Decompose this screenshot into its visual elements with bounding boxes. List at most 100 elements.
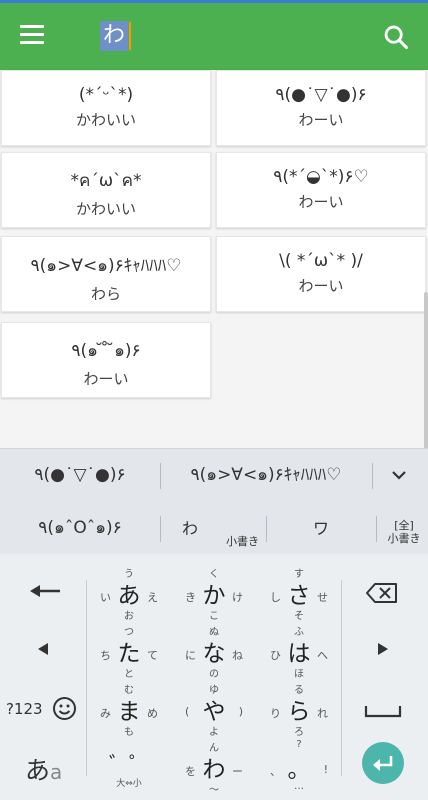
flick-up: ? <box>296 739 302 750</box>
key-a[interactable]: ういあえお <box>86 566 172 624</box>
kaomoji-text: ٩(●˙▽˙●)۶ <box>275 85 367 105</box>
key-wa[interactable]: んをわー〜 <box>171 740 257 798</box>
kaomoji-text: ٩(๑>∀<๑)۶ｷｬﾊﾊﾊ♡ <box>30 256 182 276</box>
result-card[interactable]: ٩(๑ ̆ ̊ ̆๑)۶ わーい <box>1 322 211 398</box>
app-bar: わ <box>0 0 428 70</box>
flick-down: 〜 <box>209 785 219 796</box>
search-query[interactable]: わ <box>100 21 132 53</box>
space-icon[interactable] <box>364 704 402 718</box>
key-char: わ <box>202 757 226 783</box>
result-card[interactable]: \( *´ω`* )/ わーい <box>216 236 426 312</box>
reading-text: わーい <box>298 193 344 211</box>
key-char: あ <box>117 583 141 609</box>
key-char: や <box>202 699 226 725</box>
flick-down: そ <box>294 611 304 622</box>
result-card[interactable]: *ค´ω`ค* かわいい <box>1 152 211 228</box>
candidate-item[interactable]: ٩(●˙▽˙●)۶ <box>0 449 160 502</box>
key-sa[interactable]: すしさせそ <box>256 566 342 624</box>
key-dakuten[interactable]: ゛゜大⇔小 <box>86 740 172 798</box>
flick-right: え <box>147 591 158 604</box>
divider <box>376 516 377 542</box>
flick-right: ー <box>232 765 243 778</box>
reading-text: わら <box>90 285 121 303</box>
smiley-icon[interactable] <box>52 696 77 721</box>
candidate-item[interactable]: ٩(๑ˆOˆ๑)۶ <box>0 502 160 555</box>
key-char: た <box>117 641 141 667</box>
kaomoji-text: (*´ᵕ`*) <box>78 85 134 105</box>
candidate-item[interactable]: わ <box>160 502 220 555</box>
text-caret <box>129 22 132 50</box>
key-punctuation[interactable]: ?、。!… <box>256 739 342 798</box>
flick-down: ほ <box>294 669 304 680</box>
left-arrow-icon[interactable] <box>36 642 50 656</box>
flick-right: へ <box>317 649 328 662</box>
key-char: ら <box>287 699 311 725</box>
flick-right: け <box>232 591 243 604</box>
flick-right: ) <box>238 705 243 718</box>
reading-text: わーい <box>298 111 344 129</box>
right-arrow-icon[interactable] <box>376 642 390 656</box>
search-icon[interactable] <box>382 23 410 51</box>
kaomoji-text: *ค´ω`ค* <box>70 171 142 191</box>
result-card[interactable]: ٩(●˙▽˙●)۶ わーい <box>216 70 426 146</box>
flick-right: れ <box>317 707 328 720</box>
key-char: 。 <box>287 757 311 783</box>
key-ya[interactable]: ゆ(や) よ <box>171 682 257 740</box>
flick-down: の <box>209 669 219 680</box>
candidate-row: ٩(●˙▽˙●)۶ ٩(๑>∀<๑)۶ｷｬﾊﾊﾊ♡ <box>0 449 428 502</box>
kaomoji-text: \( *´ω`* )/ <box>279 251 363 271</box>
key-na[interactable]: ぬになねの <box>171 624 257 682</box>
flick-down: ろ <box>294 727 304 738</box>
kaomoji-text: ٩(*´◒`*)۶♡ <box>273 167 369 187</box>
result-card[interactable]: ٩(*´◒`*)۶♡ わーい <box>216 152 426 228</box>
numeric-mode-key[interactable]: ?123 <box>6 700 43 718</box>
reading-text: かわいい <box>75 200 136 218</box>
key-ha[interactable]: ふひはへほ <box>256 624 342 682</box>
flick-down: … <box>294 781 304 792</box>
full-width-label[interactable]: [全] <box>386 520 422 532</box>
key-char: は <box>287 641 311 667</box>
full-small-label[interactable]: 小書き <box>386 533 422 545</box>
backspace-icon[interactable] <box>366 582 398 604</box>
reading-text: かわいい <box>75 111 136 129</box>
candidate-item[interactable]: ワ <box>266 502 376 555</box>
result-card[interactable]: (*´ᵕ`*) かわいい <box>1 70 211 146</box>
flick-down: よ <box>209 727 219 738</box>
key-ka[interactable]: くきかけこ <box>171 566 257 624</box>
reading-text: わーい <box>83 370 129 388</box>
key-char: さ <box>287 583 311 609</box>
key-char: な <box>202 641 226 667</box>
key-ma[interactable]: むみまめも <box>86 682 172 740</box>
flick-down: と <box>124 669 134 680</box>
chevron-down-icon[interactable] <box>390 468 408 482</box>
menu-icon[interactable] <box>20 25 44 45</box>
keyboard: ?123 あa ういあえお くきかけこ すしさせそ つちたてと ぬになねの ふひ… <box>0 554 428 800</box>
flick-down: お <box>124 611 134 622</box>
enter-button[interactable] <box>362 742 404 784</box>
kaomoji-text: ٩(๑ ̆ ̊ ̆๑)۶ <box>71 341 141 361</box>
key-ra[interactable]: るりられろ <box>256 682 342 740</box>
undo-arrow-icon[interactable] <box>28 582 62 600</box>
alpha-mode-label: a <box>50 760 63 784</box>
key-ta[interactable]: つちたてと <box>86 624 172 682</box>
key-char: ま <box>117 699 141 725</box>
reading-text: わーい <box>298 277 344 295</box>
kana-mode-key[interactable]: あa <box>25 751 62 787</box>
scrollbar[interactable] <box>424 292 428 468</box>
small-write-label[interactable]: 小書き <box>226 536 259 548</box>
search-query-text: わ <box>100 21 129 51</box>
enter-icon <box>373 756 393 771</box>
flick-down: 大⇔小 <box>116 779 142 789</box>
candidate-item[interactable]: ٩(๑>∀<๑)۶ｷｬﾊﾊﾊ♡ <box>160 449 372 502</box>
flick-right: て <box>147 649 158 662</box>
key-char: ゛゜ <box>109 752 149 776</box>
flick-right: め <box>147 707 158 720</box>
flick-right: ! <box>323 763 328 776</box>
flick-right: ね <box>232 649 243 662</box>
result-card[interactable]: ٩(๑>∀<๑)۶ｷｬﾊﾊﾊ♡ わら <box>1 236 211 312</box>
divider <box>372 463 373 489</box>
flick-down: も <box>124 727 134 738</box>
key-char: か <box>202 583 226 609</box>
flick-right: せ <box>317 591 328 604</box>
candidate-bar: ٩(●˙▽˙●)۶ ٩(๑>∀<๑)۶ｷｬﾊﾊﾊ♡ ٩(๑ˆOˆ๑)۶ わ 小書… <box>0 448 428 554</box>
